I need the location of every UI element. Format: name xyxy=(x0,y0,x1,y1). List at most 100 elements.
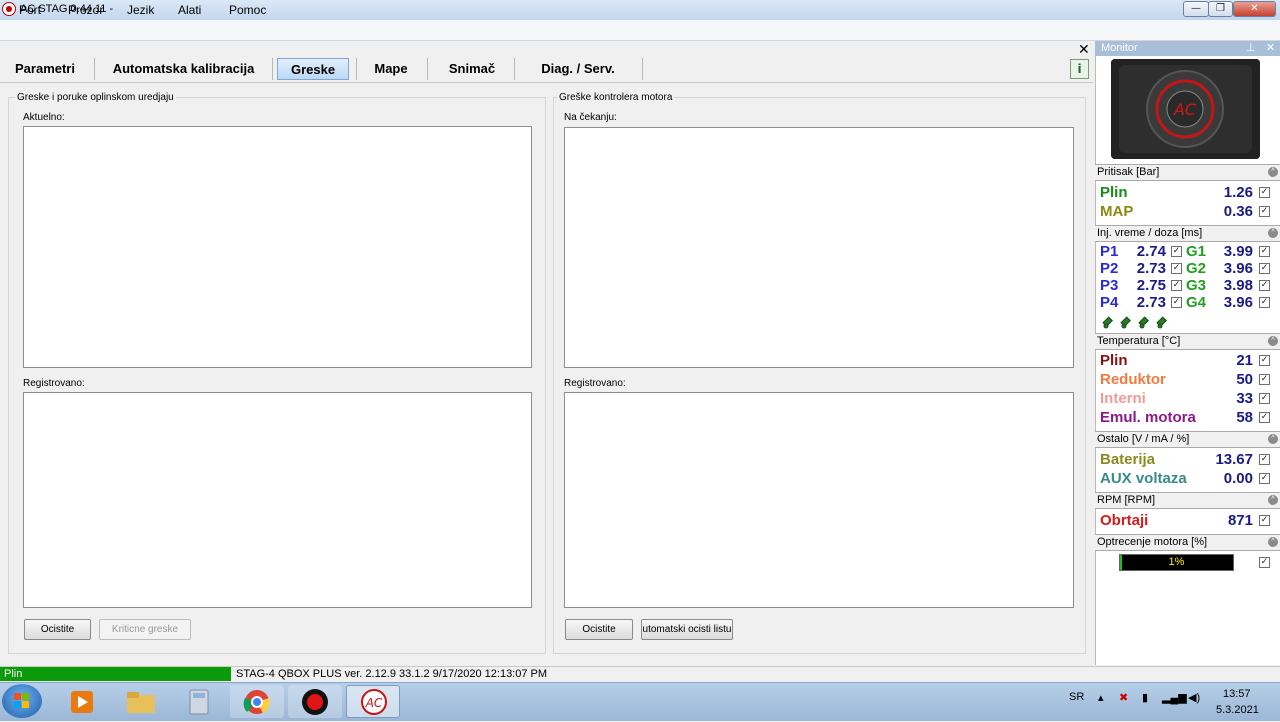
temperature-checkbox[interactable]: ✓ xyxy=(1259,412,1270,423)
calculator-taskbar-icon[interactable] xyxy=(172,685,226,718)
collapse-icon[interactable]: ^ xyxy=(1268,537,1278,547)
petrol-injector-checkbox[interactable]: ✓ xyxy=(1171,246,1182,257)
other-label: AUX voltaza xyxy=(1100,470,1187,487)
collapse-icon[interactable]: ^ xyxy=(1268,434,1278,444)
petrol-injector-label: P1 xyxy=(1100,243,1119,260)
auto-clear-list-button[interactable]: utomatski ocisti listu xyxy=(641,619,733,640)
clear-button[interactable]: Ocistite xyxy=(24,619,91,640)
temperature-value: 58 xyxy=(1236,409,1253,426)
temperature-label: Reduktor xyxy=(1100,371,1166,388)
petrol-injector-value: 2.74 xyxy=(1136,243,1166,260)
tab-divider xyxy=(272,58,273,80)
tab-diag-serv[interactable]: Diag. / Serv. xyxy=(525,58,631,80)
other-checkbox[interactable]: ✓ xyxy=(1259,454,1270,465)
engine-load-header: Optrecenje motora [%] ^ xyxy=(1095,534,1280,551)
temperature-checkbox[interactable]: ✓ xyxy=(1259,355,1270,366)
other-checkbox[interactable]: ✓ xyxy=(1259,473,1270,484)
temperature-checkbox[interactable]: ✓ xyxy=(1259,374,1270,385)
gas-injector-label: G1 xyxy=(1186,243,1207,260)
gas-injector-checkbox[interactable]: ✓ xyxy=(1259,280,1270,291)
volume-icon[interactable]: ◀) xyxy=(1188,691,1200,704)
ac-logo-graphic: AC xyxy=(1111,59,1260,159)
explorer-taskbar-icon[interactable] xyxy=(114,685,168,718)
temperature-header: Temperatura [°C] ^ xyxy=(1095,333,1280,350)
tab-snimac[interactable]: Snimač xyxy=(436,58,508,80)
gas-injector-value: 3.98 xyxy=(1223,277,1253,294)
temperature-label: Interni xyxy=(1100,390,1146,407)
rpm-checkbox[interactable]: ✓ xyxy=(1259,515,1270,526)
close-window-button[interactable]: ✕ xyxy=(1233,1,1276,17)
recorder-taskbar-icon[interactable] xyxy=(288,685,342,718)
gas-injector-label: G3 xyxy=(1186,277,1207,294)
app-logo-icon[interactable] xyxy=(2,2,16,16)
menu-jezik[interactable]: Jezik xyxy=(127,3,154,17)
pressure-header: Pritisak [Bar] ^ xyxy=(1095,164,1280,181)
pending-errors-label: Na čekanju: xyxy=(564,112,617,123)
collapse-icon[interactable]: ^ xyxy=(1268,336,1278,346)
menu-prozor[interactable]: Prozor xyxy=(68,3,103,17)
media-player-taskbar-icon[interactable] xyxy=(55,685,109,718)
battery-icon[interactable]: ▮ xyxy=(1142,691,1148,704)
info-icon[interactable]: i xyxy=(1070,59,1089,79)
other-value: 13.67 xyxy=(1215,451,1253,468)
pending-errors-list[interactable] xyxy=(564,127,1074,368)
network-error-icon[interactable]: ✖ xyxy=(1119,691,1128,704)
tab-parametri[interactable]: Parametri xyxy=(8,58,82,80)
petrol-injector-value: 2.75 xyxy=(1136,277,1166,294)
menu-alati[interactable]: Alati xyxy=(178,3,201,17)
collapse-icon[interactable]: ^ xyxy=(1268,228,1278,238)
other-header: Ostalo [V / mA / %] ^ xyxy=(1095,431,1280,448)
critical-errors-button[interactable]: Kriticne greske xyxy=(99,619,191,640)
petrol-injector-value: 2.73 xyxy=(1136,260,1166,277)
petrol-injector-label: P4 xyxy=(1100,294,1119,311)
clear-controller-button[interactable]: Ocistite xyxy=(565,619,633,640)
minimize-button[interactable]: — xyxy=(1183,1,1209,17)
chrome-taskbar-icon[interactable] xyxy=(230,685,284,718)
clock-time[interactable]: 13:57 xyxy=(1223,688,1251,700)
show-hidden-icons[interactable]: ▴ xyxy=(1098,691,1104,704)
pin-icon[interactable]: ⊥ xyxy=(1246,41,1256,56)
current-errors-label: Aktuelno: xyxy=(23,112,65,123)
signal-icon[interactable]: ▂▄▆ xyxy=(1162,691,1187,704)
gas-injector-label: G4 xyxy=(1186,294,1207,311)
gas-injector-checkbox[interactable]: ✓ xyxy=(1259,263,1270,274)
gas-injector-checkbox[interactable]: ✓ xyxy=(1259,246,1270,257)
ac-logo: AC xyxy=(1111,59,1260,159)
start-button[interactable] xyxy=(2,684,42,718)
petrol-injector-checkbox[interactable]: ✓ xyxy=(1171,263,1182,274)
tab-mape[interactable]: Mape xyxy=(362,58,420,80)
maximize-button[interactable]: ❐ xyxy=(1208,1,1233,17)
petrol-injector-checkbox[interactable]: ✓ xyxy=(1171,297,1182,308)
ac-stag-taskbar-icon[interactable]: AC xyxy=(346,685,400,718)
engine-load-checkbox[interactable]: ✓ xyxy=(1259,557,1270,568)
pressure-checkbox[interactable]: ✓ xyxy=(1259,206,1270,217)
language-indicator[interactable]: SR xyxy=(1069,691,1084,703)
left-group-title: Greske i poruke oplinskom uredjaju xyxy=(15,92,176,103)
registered-controller-errors-list[interactable] xyxy=(564,392,1074,608)
pressure-checkbox[interactable]: ✓ xyxy=(1259,187,1270,198)
collapse-icon[interactable]: ^ xyxy=(1268,167,1278,177)
monitor-header: Monitor ⊥ ✕ xyxy=(1095,41,1280,56)
registered-errors-list[interactable] xyxy=(23,392,532,608)
pressure-value: 1.26 xyxy=(1223,184,1253,201)
injection-header: Inj. vreme / doza [ms] ^ xyxy=(1095,225,1280,242)
pressure-value: 0.36 xyxy=(1223,203,1253,220)
close-monitor-icon[interactable]: ✕ xyxy=(1266,41,1275,56)
menu-pomoc[interactable]: Pomoc xyxy=(229,3,266,17)
tab-greske[interactable]: Greske xyxy=(277,58,349,80)
gas-injector-checkbox[interactable]: ✓ xyxy=(1259,297,1270,308)
petrol-injector-checkbox[interactable]: ✓ xyxy=(1171,280,1182,291)
temperature-value: 50 xyxy=(1236,371,1253,388)
engine-load-value: 1% xyxy=(1168,556,1185,568)
clock-date[interactable]: 5.3.2021 xyxy=(1216,704,1259,716)
current-errors-list[interactable] xyxy=(23,126,532,368)
pressure-label: MAP xyxy=(1100,203,1134,220)
svg-text:AC: AC xyxy=(365,696,383,710)
fuel-mode-indicator: Plin xyxy=(0,667,231,681)
menu-port[interactable]: Port xyxy=(19,3,41,17)
temperature-checkbox[interactable]: ✓ xyxy=(1259,393,1270,404)
petrol-injector-label: P3 xyxy=(1100,277,1119,294)
close-panel-icon[interactable]: ✕ xyxy=(1078,43,1090,57)
tab-automatska-kalibracija[interactable]: Automatska kalibracija xyxy=(106,58,261,80)
collapse-icon[interactable]: ^ xyxy=(1268,495,1278,505)
